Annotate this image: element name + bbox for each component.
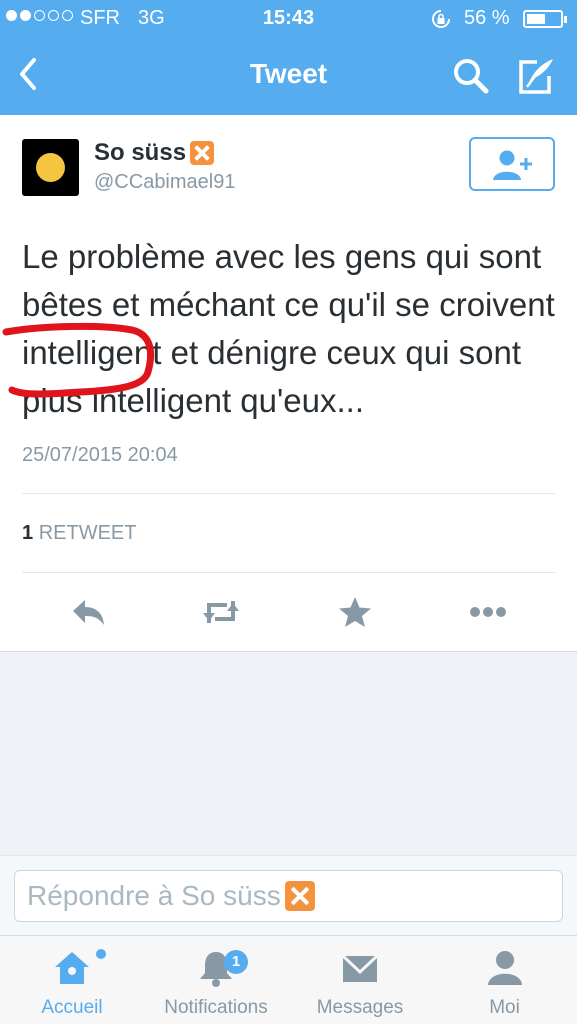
add-user-icon [493, 150, 532, 180]
tab-messages[interactable]: Messages [288, 936, 432, 1024]
crossed-emoji-icon [284, 881, 315, 911]
tab-home[interactable]: Accueil [0, 936, 144, 1024]
notifications-badge: 1 [224, 950, 248, 974]
status-bar: SFR 3G 15:43 56 % [0, 0, 577, 38]
favorite-star-icon[interactable] [335, 595, 375, 629]
tab-bar: Accueil 1 Notifications Messages Moi [0, 935, 577, 1024]
retweet-stats[interactable]: 1 RETWEET [22, 522, 136, 545]
red-annotation-circle [2, 322, 155, 398]
retweet-count: 1 [22, 522, 34, 544]
person-icon [487, 951, 522, 985]
envelope-icon [341, 954, 379, 982]
crossed-emoji-icon [190, 141, 215, 165]
home-icon [55, 952, 89, 984]
wink-emoji-icon [36, 153, 65, 182]
tab-notifications-label: Notifications [164, 997, 268, 1018]
follow-button[interactable] [469, 137, 555, 191]
top-bar: SFR 3G 15:43 56 % Tweet [0, 0, 577, 115]
tweet-card: So süss @CCabimael91 Le problème avec le… [0, 115, 577, 652]
tab-me[interactable]: Moi [432, 936, 577, 1024]
compose-icon[interactable] [515, 56, 557, 96]
avatar[interactable] [22, 139, 79, 196]
tab-me-label: Moi [489, 997, 520, 1018]
tab-notifications[interactable]: 1 Notifications [144, 936, 288, 1024]
rotation-lock-icon [432, 10, 450, 28]
nav-bar: Tweet [0, 38, 577, 115]
new-tweets-dot [96, 949, 106, 959]
tweet-timestamp: 25/07/2015 20:04 [22, 444, 178, 466]
retweet-icon[interactable] [201, 595, 241, 629]
author-name-text: So süss [94, 139, 187, 166]
battery-icon [523, 10, 567, 28]
retweet-label: RETWEET [38, 522, 137, 544]
reply-bar: Répondre à So süss [0, 855, 577, 935]
divider [22, 493, 555, 494]
tab-home-label: Accueil [41, 997, 103, 1018]
battery-percent: 56 % [464, 7, 510, 29]
author-handle: @CCabimael91 [94, 171, 236, 193]
author-name[interactable]: So süss [94, 139, 215, 167]
reply-input[interactable]: Répondre à So süss [14, 870, 563, 922]
more-options-icon[interactable] [468, 595, 508, 629]
reply-icon[interactable] [69, 595, 109, 629]
divider [22, 572, 555, 573]
reply-placeholder: Répondre à So süss [27, 880, 281, 911]
search-icon[interactable] [451, 56, 491, 96]
tab-messages-label: Messages [316, 997, 404, 1018]
